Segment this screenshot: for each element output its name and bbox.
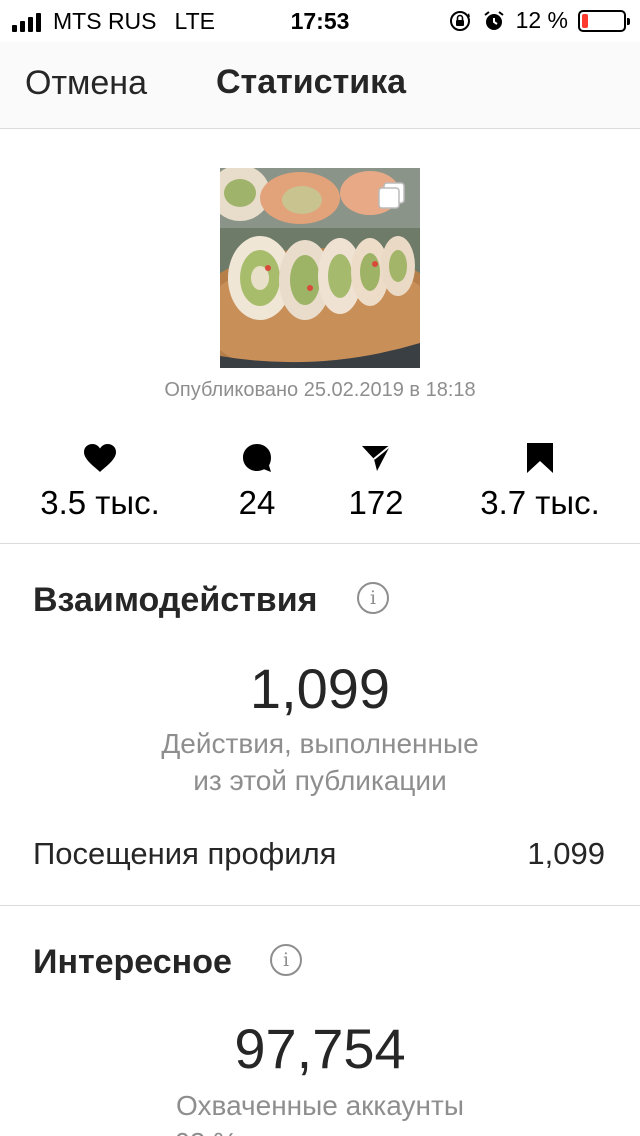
share-icon [362, 445, 391, 471]
alarm-icon [483, 10, 504, 30]
interactions-total: 1,099 [249, 657, 391, 720]
divider [0, 905, 640, 906]
description-line: Действия, выполненные [161, 728, 479, 759]
shares-count: 172 [348, 484, 404, 521]
published-date: Опубликовано 25.02.2019 в 18:18 [164, 379, 476, 401]
interactions-title: Взаимодействия [33, 581, 318, 619]
saves-metric: 3.7 тыс. [460, 438, 620, 522]
description-line: из этой публикации [193, 765, 447, 796]
page-title: Статистика [216, 63, 407, 101]
description-line: 62 % не подписаны на [0, 1124, 640, 1136]
profile-visits-value: 1,099 [527, 836, 605, 871]
likes-metric: 3.5 тыс. [20, 438, 180, 522]
description-line: Охваченные аккаунты [176, 1090, 464, 1121]
status-bar: MTS RUS LTE 17:53 12 % [0, 0, 640, 42]
discovery-title: Интересное [33, 943, 232, 981]
nav-bar: Отмена Статистика [0, 42, 640, 129]
bookmark-icon [527, 443, 553, 473]
carousel-icon [378, 182, 405, 209]
discovery-description: Охваченные аккаунты 62 % не подписаны на [0, 1087, 640, 1136]
discovery-total: 97,754 [234, 1017, 406, 1080]
rotation-lock-icon [449, 10, 470, 31]
likes-count: 3.5 тыс. [40, 484, 160, 521]
battery-percent: 12 % [515, 7, 568, 33]
cancel-button[interactable]: Отмена [25, 64, 147, 103]
heart-icon [84, 444, 116, 472]
saves-count: 3.7 тыс. [480, 484, 600, 521]
info-icon[interactable]: i [357, 582, 389, 614]
profile-visits-label: Посещения профиля [33, 836, 337, 871]
interactions-description: Действия, выполненные из этой публикации [0, 725, 640, 799]
battery-icon [578, 9, 630, 32]
divider [0, 543, 640, 544]
info-icon[interactable]: i [270, 944, 302, 976]
comment-icon [243, 444, 271, 472]
shares-metric: 172 [296, 438, 456, 522]
